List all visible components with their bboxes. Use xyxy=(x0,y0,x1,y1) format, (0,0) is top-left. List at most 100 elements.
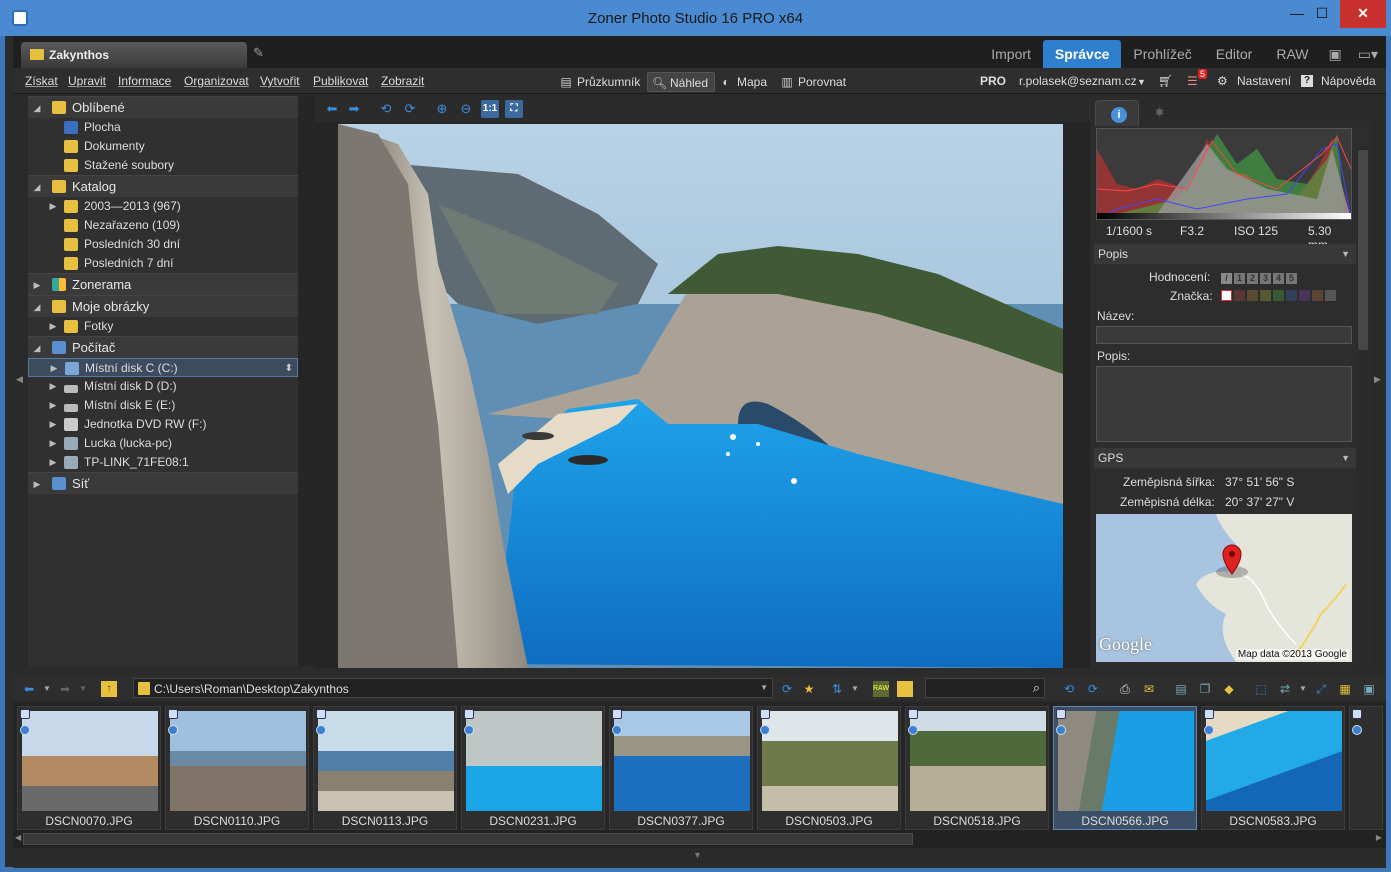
thumbnail[interactable]: DSCN0113.JPG xyxy=(313,706,457,830)
chevron-down-icon[interactable]: ▼ xyxy=(847,681,863,697)
open-folder-icon[interactable] xyxy=(897,681,913,697)
expand-arrow-icon[interactable]: ▶ xyxy=(48,415,58,434)
expand-arrow-icon[interactable]: ▶ xyxy=(48,317,58,336)
right-collapse-strip[interactable]: ▶ xyxy=(1371,96,1386,666)
chevron-down-icon[interactable]: ▼ xyxy=(75,681,91,697)
rating-clear[interactable]: / xyxy=(1221,273,1232,284)
search-input[interactable]: ⌕ xyxy=(925,678,1045,698)
mark-green[interactable] xyxy=(1273,290,1284,301)
layout-icon[interactable]: ▦ xyxy=(1337,681,1353,697)
rotate-left-icon[interactable]: ⟲ xyxy=(1061,681,1077,697)
document-tab[interactable]: Zakynthos xyxy=(21,42,247,68)
settings-menu[interactable]: Nastavení xyxy=(1237,74,1291,88)
view-mode-icon[interactable]: ▣ xyxy=(1361,681,1377,697)
menu-zobrazit[interactable]: Zobrazit xyxy=(381,74,424,88)
view-pruzkumnik[interactable]: ▤ Průzkumník xyxy=(555,72,646,92)
chevron-right-icon[interactable]: ▶ xyxy=(1374,374,1381,385)
tree-item-2003-2013[interactable]: ▶ 2003—2013 (967) xyxy=(28,197,298,216)
print-icon[interactable]: ▣ xyxy=(1321,40,1350,68)
expand-arrow-icon[interactable]: ◢ xyxy=(32,97,42,119)
tab-keywords[interactable]: ✱ xyxy=(1141,100,1185,126)
tab-import[interactable]: Import xyxy=(979,40,1043,68)
tree-zonerama[interactable]: ▶ Zonerama xyxy=(28,273,298,295)
tab-info[interactable]: i xyxy=(1095,100,1139,126)
tree-favorites[interactable]: ◢ Oblíbené xyxy=(28,96,298,118)
left-collapse-strip[interactable]: ◀ xyxy=(13,96,28,666)
thumbnail[interactable]: DSCN0231.JPG xyxy=(461,706,605,830)
mark-gray[interactable] xyxy=(1325,290,1336,301)
expand-arrow-icon[interactable]: ▶ xyxy=(48,396,58,415)
chevron-down-icon[interactable]: ▼ xyxy=(1295,681,1311,697)
actual-size-icon[interactable]: 1:1 xyxy=(481,100,499,118)
package-icon[interactable]: ◆ xyxy=(1221,681,1237,697)
tree-item-stazene[interactable]: Stažené soubory xyxy=(28,156,298,175)
help-icon[interactable]: ? xyxy=(1301,75,1313,87)
expand-arrow-icon[interactable]: ▶ xyxy=(48,197,58,216)
zoom-in-icon[interactable]: ⊕ xyxy=(433,100,451,118)
fit-screen-icon[interactable]: ⛶ xyxy=(505,100,523,118)
menu-informace[interactable]: Informace xyxy=(118,74,171,88)
view-porovnat[interactable]: ▥ Porovnat xyxy=(776,72,852,92)
mark-red[interactable] xyxy=(1234,290,1245,301)
expand-arrow-icon[interactable]: ◢ xyxy=(32,337,42,359)
tab-spravce[interactable]: Správce xyxy=(1042,40,1122,68)
search-icon[interactable]: ⌕ xyxy=(1033,680,1040,696)
path-input[interactable]: C:\Users\Roman\Desktop\Zakynthos ▼ xyxy=(133,678,773,698)
tree-item-fotky[interactable]: ▶ Fotky xyxy=(28,317,298,336)
view-mapa[interactable]: ◐ Mapa xyxy=(715,72,773,92)
transform-icon[interactable]: ⬚ xyxy=(1253,681,1269,697)
tree-network[interactable]: ▶ Síť xyxy=(28,472,298,494)
chevron-down-icon[interactable]: ▼ xyxy=(39,681,55,697)
rating-5[interactable]: 5 xyxy=(1286,273,1297,284)
tree-item-dokumenty[interactable]: Dokumenty xyxy=(28,137,298,156)
mark-blue[interactable] xyxy=(1286,290,1297,301)
close-button[interactable]: ✕ xyxy=(1340,0,1386,28)
scroll-right-icon[interactable]: ▶ xyxy=(1376,833,1382,842)
rating-4[interactable]: 4 xyxy=(1273,273,1284,284)
thumbnail-selected[interactable]: DSCN0566.JPG xyxy=(1053,706,1197,830)
color-marks[interactable] xyxy=(1221,290,1338,304)
resize-icon[interactable]: ⤢ xyxy=(1313,681,1329,697)
help-menu[interactable]: Nápověda xyxy=(1321,74,1376,88)
expand-arrow-icon[interactable]: ◢ xyxy=(32,296,42,318)
mark-orange[interactable] xyxy=(1247,290,1258,301)
mark-none[interactable] xyxy=(1221,290,1232,301)
zoom-out-icon[interactable]: ⊖ xyxy=(457,100,475,118)
print-icon[interactable]: ⎙ xyxy=(1117,681,1133,697)
tree-item-lucka[interactable]: ▶ Lucka (lucka-pc) xyxy=(28,434,298,453)
mark-yellow[interactable] xyxy=(1260,290,1271,301)
gear-icon[interactable]: ⚙ xyxy=(1217,74,1228,88)
rating-2[interactable]: 2 xyxy=(1247,273,1258,284)
edit-tab-icon[interactable]: ✎ xyxy=(253,45,269,61)
favorite-folder-icon[interactable]: ★ xyxy=(801,681,817,697)
splitter[interactable] xyxy=(298,96,315,666)
convert-icon[interactable]: ⇄ xyxy=(1277,681,1293,697)
tree-item-disk-c[interactable]: ▶ Místní disk C (C:) ⬍ xyxy=(28,358,298,377)
tab-prohlizec[interactable]: Prohlížeč xyxy=(1121,40,1203,68)
gps-section-header[interactable]: GPS ▼ xyxy=(1094,448,1356,468)
back-icon[interactable]: ⬅ xyxy=(21,681,37,697)
tab-raw[interactable]: RAW xyxy=(1264,40,1320,68)
rating-3[interactable]: 3 xyxy=(1260,273,1271,284)
tree-item-7-dni[interactable]: Posledních 7 dní xyxy=(28,254,298,273)
thumbnail[interactable]: DSCN0518.JPG xyxy=(905,706,1049,830)
tree-computer[interactable]: ◢ Počítač xyxy=(28,336,298,358)
raw-jpg-icon[interactable]: RAW xyxy=(873,681,889,697)
sort-icon[interactable]: ⇅ xyxy=(829,681,845,697)
expand-arrow-icon[interactable]: ▶ xyxy=(48,434,58,453)
tree-pictures[interactable]: ◢ Moje obrázky xyxy=(28,295,298,317)
monitor-icon[interactable]: ▭▾ xyxy=(1350,40,1386,68)
chevron-down-icon[interactable]: ▼ xyxy=(1341,244,1350,264)
name-field[interactable] xyxy=(1096,326,1352,344)
tree-item-dvd[interactable]: ▶ Jednotka DVD RW (F:) xyxy=(28,415,298,434)
copy-icon[interactable]: ❐ xyxy=(1197,681,1213,697)
view-nahled[interactable]: 🔍︎ Náhled xyxy=(647,72,716,92)
thumbnail[interactable]: DSCN0110.JPG xyxy=(165,706,309,830)
forward-icon[interactable]: ➡ xyxy=(57,681,73,697)
menu-upravit[interactable]: Upravit xyxy=(68,74,106,88)
expand-arrow-icon[interactable]: ▶ xyxy=(48,377,58,396)
chevron-down-icon[interactable]: ▼ xyxy=(760,683,768,692)
thumbnail[interactable]: DSCN0070.JPG xyxy=(17,706,161,830)
expand-arrow-icon[interactable]: ▶ xyxy=(48,453,58,472)
rating-stars[interactable]: /1 2 3 4 5 xyxy=(1221,270,1299,284)
